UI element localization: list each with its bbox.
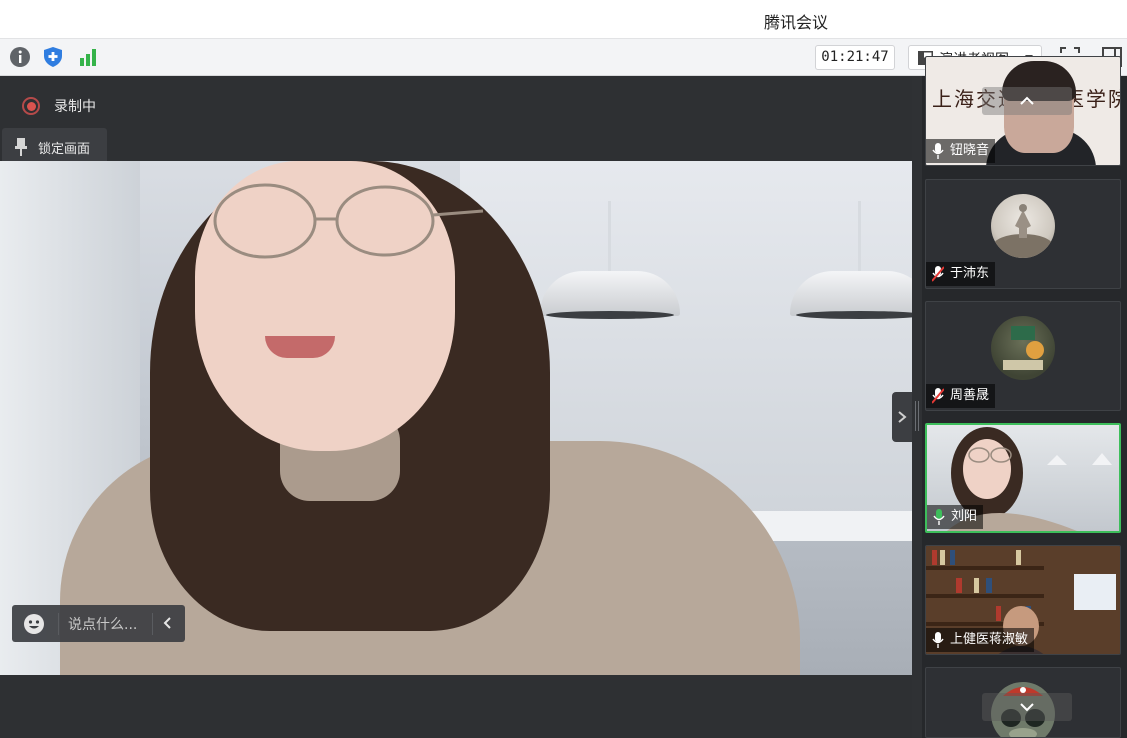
resize-handle[interactable] — [915, 401, 919, 431]
mic-icon — [932, 143, 944, 159]
lock-view-label: 锁定画面 — [38, 141, 91, 157]
participant-tile[interactable]: 于沛东 — [925, 179, 1121, 289]
avatar — [991, 316, 1055, 380]
signal-icon[interactable] — [76, 45, 100, 69]
mic-icon — [932, 632, 944, 648]
chevron-right-icon — [898, 411, 907, 423]
title-bar: 腾讯会议 — [0, 0, 1127, 38]
chevron-left-icon[interactable] — [160, 615, 176, 631]
emoji-icon[interactable] — [23, 613, 45, 635]
window-title: 腾讯会议 — [763, 13, 828, 32]
speaker-video — [0, 161, 912, 675]
chat-placeholder[interactable]: 说点什么... — [68, 614, 137, 634]
scroll-up-button[interactable] — [982, 87, 1072, 115]
main-stage: 录制中 锁定画面 说点什么... — [0, 76, 912, 738]
scroll-down-button[interactable] — [982, 693, 1072, 721]
meeting-timer: 01:21:47 — [815, 45, 895, 70]
participant-tile[interactable]: 上健医蒋淑敏 — [925, 545, 1121, 655]
recording-label: 录制中 — [54, 99, 96, 115]
shield-icon[interactable] — [41, 45, 65, 69]
participant-tile[interactable]: 周善晟 — [925, 301, 1121, 411]
chat-input-bar[interactable]: 说点什么... — [12, 605, 185, 642]
participant-name: 上健医蒋淑敏 — [926, 628, 1035, 652]
mic-speaking-icon — [933, 509, 945, 525]
info-icon[interactable] — [8, 45, 32, 69]
mic-muted-icon — [932, 266, 944, 282]
record-icon — [22, 97, 40, 115]
mic-muted-icon — [932, 388, 944, 404]
participant-name: 钮晓音 — [926, 139, 996, 163]
participant-name: 刘阳 — [927, 505, 984, 529]
recording-indicator: 录制中 — [22, 96, 96, 116]
avatar — [991, 194, 1055, 258]
collapse-sidebar-button[interactable] — [892, 392, 912, 442]
participant-tile-active[interactable]: 刘阳 — [925, 423, 1121, 533]
pin-icon — [15, 138, 27, 156]
participant-name: 于沛东 — [926, 262, 996, 286]
participant-name: 周善晟 — [926, 384, 996, 408]
chevron-down-icon — [1020, 703, 1034, 712]
chevron-up-icon — [1020, 96, 1034, 105]
